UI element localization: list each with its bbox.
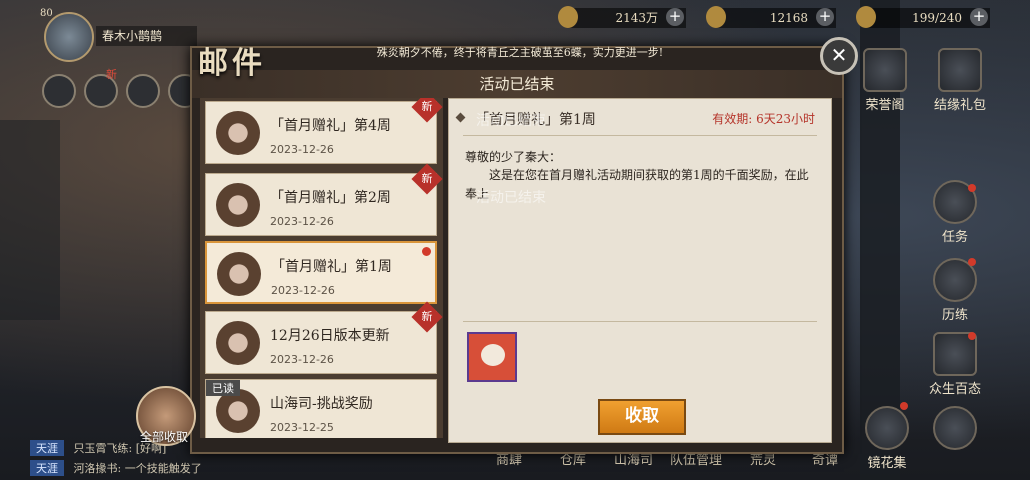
menu-creatures[interactable]: 众生百态 <box>920 332 990 397</box>
menu-bond-gift-label: 结缘礼包 <box>933 98 986 113</box>
chat-line[interactable]: 天涯 河洛掾书: 一个技能触发了 <box>30 460 202 476</box>
envelope-icon <box>217 252 261 296</box>
player-level: 80 <box>40 8 53 19</box>
menu-bond-gift[interactable]: 结缘礼包 <box>925 48 995 113</box>
mail-item-date: 2023-12-25 <box>270 421 334 434</box>
mirror-icon <box>865 406 909 450</box>
resource-stamina-value: 199/240 <box>912 11 962 25</box>
character-portrait-icon <box>481 344 505 366</box>
mail-item-name: 山海司-挑战奖励 <box>270 396 373 412</box>
mail-item[interactable]: 已读 山海司-挑战奖励 2023-12-25 <box>205 379 437 438</box>
new-badge: 新 <box>106 68 117 81</box>
envelope-icon <box>216 111 260 155</box>
top-shortcut-icons <box>42 74 202 108</box>
envelope-icon <box>216 321 260 365</box>
menu-mirror-collection[interactable]: 镜花集 <box>852 406 922 471</box>
add-jade-button[interactable]: + <box>816 8 834 26</box>
mail-item-name: 「首月赠礼」第4周 <box>270 118 391 134</box>
mail-item-date: 2023-12-26 <box>270 143 334 156</box>
mail-item-name: 「首月赠礼」第1周 <box>271 259 392 275</box>
unread-dot <box>422 247 431 256</box>
chat-channel-tag: 天涯 <box>30 460 64 476</box>
resource-stamina: 199/240 + <box>856 6 990 28</box>
validity-label: 有效期: <box>712 112 753 126</box>
stamina-icon <box>856 6 876 28</box>
notification-dot <box>968 332 976 340</box>
menu-tasks[interactable]: 任务 <box>920 180 990 245</box>
mail-header: 活动已结束 <box>192 70 842 98</box>
ended-toast: 活动已结束 <box>476 113 546 129</box>
extra-icon <box>933 406 977 450</box>
mail-greeting: 尊敬的少了秦大： <box>465 150 562 164</box>
coin-icon <box>558 6 578 28</box>
add-stamina-button[interactable]: + <box>970 8 988 26</box>
resource-jade: 12168 + <box>706 6 836 28</box>
new-badge: 新 <box>411 163 443 195</box>
read-badge: 已读 <box>206 380 240 396</box>
menu-mirror-collection-label: 镜花集 <box>867 456 907 471</box>
notification-dot <box>900 402 908 410</box>
broadcast-banner: 殊炎朝夕不倦，终于将青丘之主破茧至6蝶，实力更进一步! <box>376 46 664 59</box>
new-badge: 新 <box>411 98 443 123</box>
gift-icon <box>938 48 982 92</box>
mail-content: 「首月赠礼」第1周 有效期: 6天23小时 尊敬的少了秦大： 这是在您在首月赠礼… <box>448 98 832 443</box>
mail-list[interactable]: 「首月赠礼」第4周 2023-12-26 新 「首月赠礼」第2周 2023-12… <box>200 98 443 438</box>
notice-icon[interactable] <box>126 74 160 108</box>
mail-item[interactable]: 「首月赠礼」第4周 2023-12-26 新 <box>205 98 443 164</box>
player-avatar[interactable] <box>44 12 94 62</box>
mail-item[interactable]: 「首月赠礼」第2周 2023-12-26 新 <box>205 163 443 236</box>
new-badge-label: 新 <box>421 310 433 323</box>
validity-value: 6天23小时 <box>756 112 815 126</box>
mail-item-selected[interactable]: 「首月赠礼」第1周 2023-12-26 <box>205 241 437 304</box>
close-button[interactable]: ✕ <box>820 37 858 75</box>
notification-dot <box>968 258 976 266</box>
resource-coins: 2143万 + <box>558 6 686 28</box>
player-name: 春木小鹊鹊 <box>96 26 197 46</box>
jade-icon <box>706 6 726 28</box>
add-coins-button[interactable]: + <box>666 8 684 26</box>
diamond-icon <box>455 112 466 123</box>
validity: 有效期: 6天23小时 <box>712 110 815 127</box>
mail-item-date: 2023-12-26 <box>270 353 334 366</box>
claim-button[interactable]: 收取 <box>598 399 686 435</box>
honor-hall-icon <box>863 48 907 92</box>
chat-message: 河洛掾书: 一个技能触发了 <box>73 462 202 475</box>
divider <box>463 321 817 322</box>
new-badge-label: 新 <box>421 100 433 113</box>
menu-training[interactable]: 历练 <box>920 258 990 323</box>
menu-honor-hall-label: 荣誉阁 <box>865 98 905 113</box>
envelope-icon <box>216 183 260 227</box>
resource-jade-value: 12168 <box>769 11 808 25</box>
mail-item-date: 2023-12-26 <box>271 284 335 297</box>
new-badge: 新 <box>411 301 443 333</box>
divider <box>463 135 817 136</box>
mail-item[interactable]: 12月26日版本更新 2023-12-26 新 <box>205 301 443 374</box>
mail-item-name: 12月26日版本更新 <box>270 328 390 344</box>
claim-all-label: 全部收取 <box>140 430 189 444</box>
menu-training-label: 历练 <box>941 308 968 323</box>
menu-tasks-label: 任务 <box>941 230 968 245</box>
ended-toast: 活动已结束 <box>476 190 546 206</box>
mail-item-date: 2023-12-26 <box>270 215 334 228</box>
resource-coins-value: 2143万 <box>615 11 658 25</box>
new-badge-label: 新 <box>421 172 433 185</box>
mail-item-name: 「首月赠礼」第2周 <box>270 190 391 206</box>
bg-pillar <box>0 120 60 320</box>
reward-item[interactable] <box>467 332 517 382</box>
menu-honor-hall[interactable]: 荣誉阁 <box>850 48 920 113</box>
chat-channel-tag: 天涯 <box>30 440 64 456</box>
friends-icon[interactable] <box>42 74 76 108</box>
menu-extra[interactable] <box>920 406 990 452</box>
menu-creatures-label: 众生百态 <box>928 382 981 397</box>
notification-dot <box>968 184 976 192</box>
